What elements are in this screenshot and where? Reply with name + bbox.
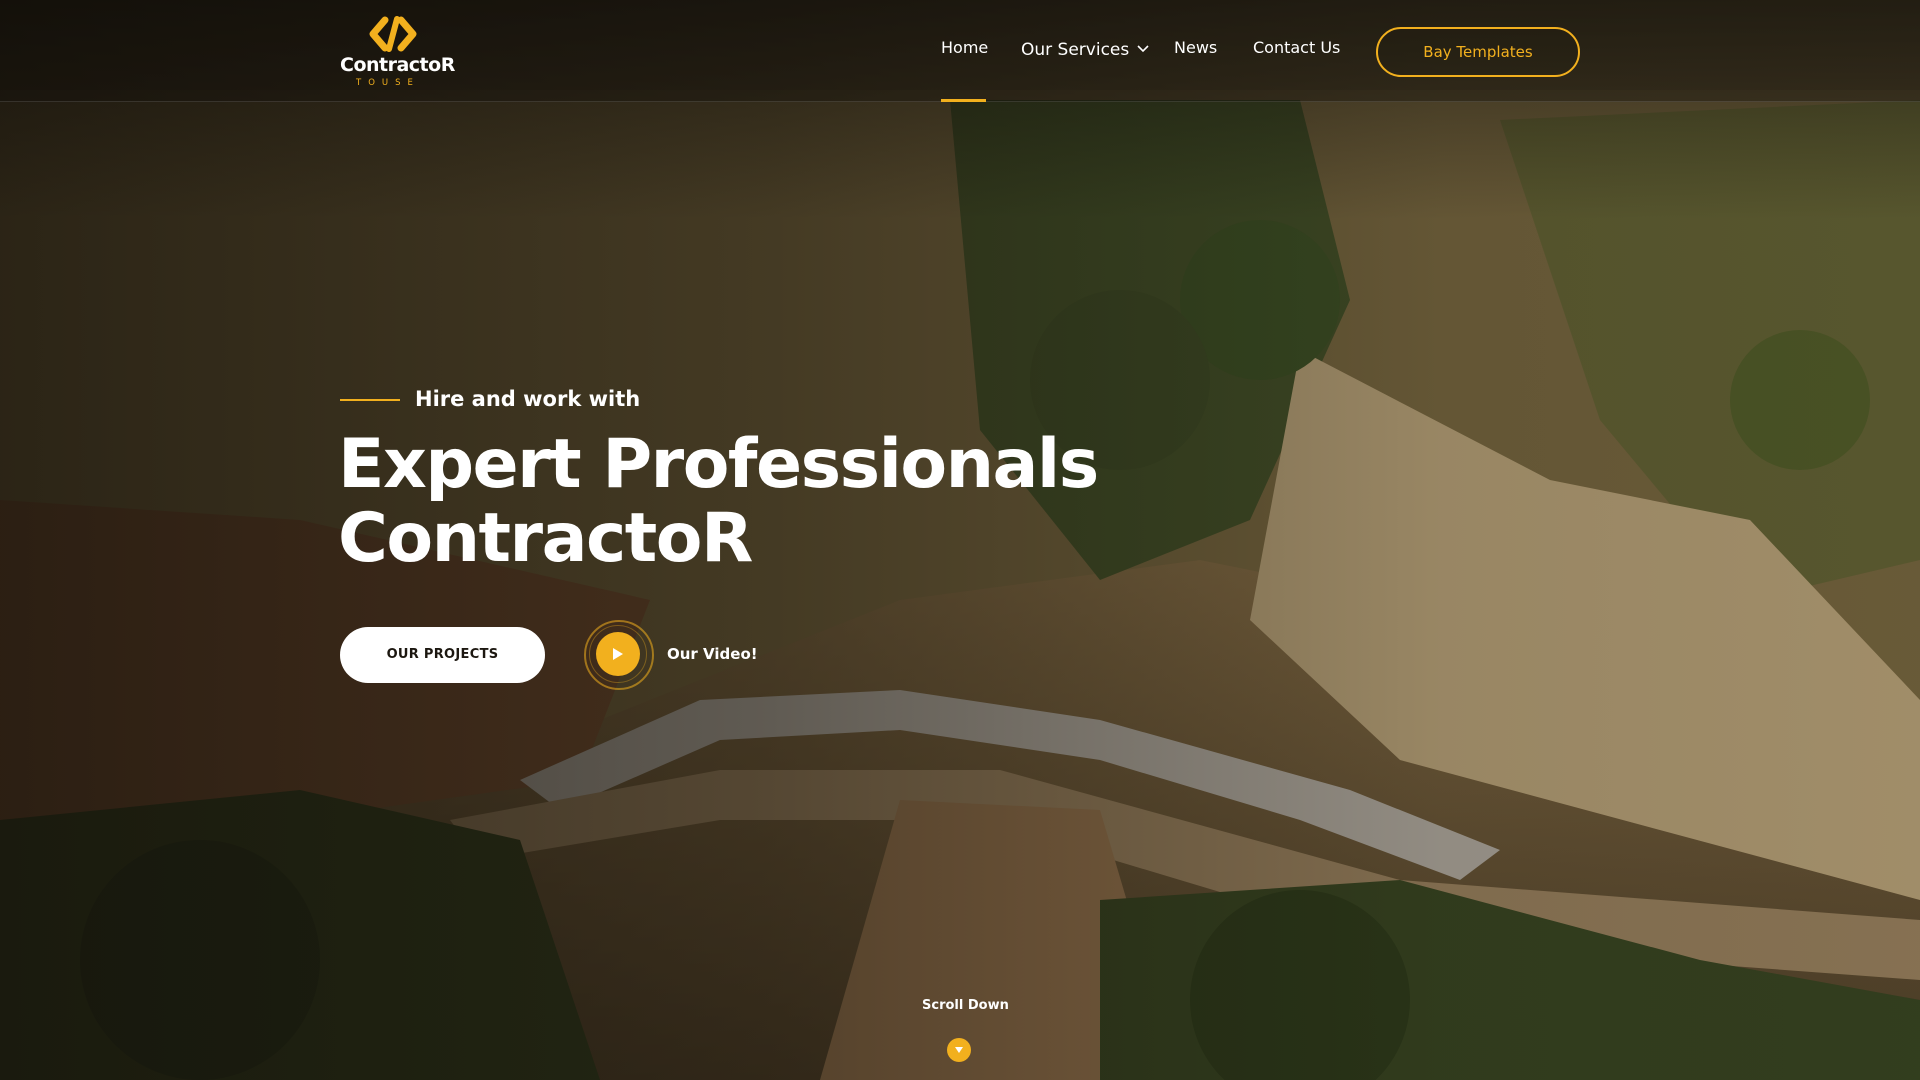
code-bracket-logo-icon (369, 16, 417, 52)
brand-logo[interactable]: ContractoR TOUSE (338, 16, 455, 92)
hero-title-line-1: Expert Professionals (338, 425, 1099, 504)
play-button-circle (596, 632, 640, 676)
kicker-divider (340, 399, 400, 401)
active-nav-indicator (941, 99, 986, 102)
our-projects-button[interactable]: OUR PROJECTS (340, 627, 545, 683)
arrow-down-icon (955, 1047, 963, 1053)
nav-item-our-services-label: Our Services (1021, 40, 1130, 60)
play-video-button[interactable] (584, 620, 654, 690)
hero-title: Expert Professionals ContractoR (338, 425, 1099, 578)
nav-item-contact-us[interactable]: Contact Us (1253, 38, 1340, 57)
scroll-down-label[interactable]: Scroll Down (922, 998, 1009, 1013)
play-icon (613, 648, 623, 660)
chevron-down-icon (1137, 45, 1149, 53)
nav-item-news[interactable]: News (1174, 38, 1217, 57)
video-label[interactable]: Our Video! (667, 645, 758, 663)
buy-templates-button[interactable]: Bay Templates (1376, 27, 1580, 77)
nav-item-our-services[interactable]: Our Services (1021, 40, 1149, 60)
site-header: ContractoR TOUSE Home Our Services News … (0, 0, 1920, 102)
scroll-down-button[interactable] (947, 1038, 971, 1062)
nav-item-home[interactable]: Home (941, 38, 988, 57)
hero-title-line-2: ContractoR (338, 499, 753, 578)
hero-section: ContractoR TOUSE Home Our Services News … (0, 0, 1920, 1080)
brand-name: ContractoR (340, 54, 455, 76)
hero-kicker: Hire and work with (415, 387, 641, 411)
brand-subtitle: TOUSE (356, 78, 420, 88)
